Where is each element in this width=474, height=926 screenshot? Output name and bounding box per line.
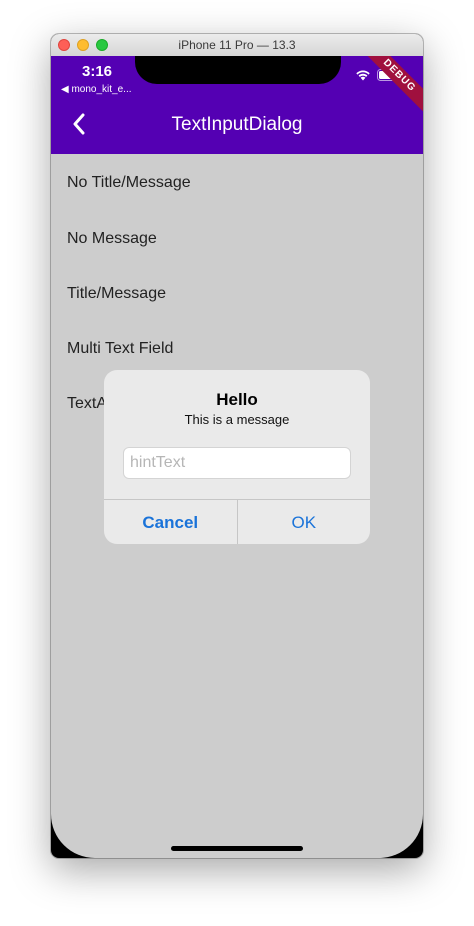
dialog-text-input[interactable] — [123, 447, 351, 479]
window-title: iPhone 11 Pro — 13.3 — [178, 38, 296, 52]
text-input-dialog: Hello This is a message Cancel OK — [104, 370, 370, 544]
zoom-window-button[interactable] — [96, 39, 108, 51]
cancel-button[interactable]: Cancel — [104, 500, 238, 544]
home-indicator[interactable] — [171, 846, 303, 851]
minimize-window-button[interactable] — [77, 39, 89, 51]
window-titlebar: iPhone 11 Pro — 13.3 — [51, 34, 423, 57]
dialog-message: This is a message — [184, 412, 290, 427]
dialog-title: Hello — [216, 390, 258, 409]
close-window-button[interactable] — [58, 39, 70, 51]
ok-button[interactable]: OK — [238, 500, 371, 544]
dialog-actions: Cancel OK — [104, 499, 370, 544]
